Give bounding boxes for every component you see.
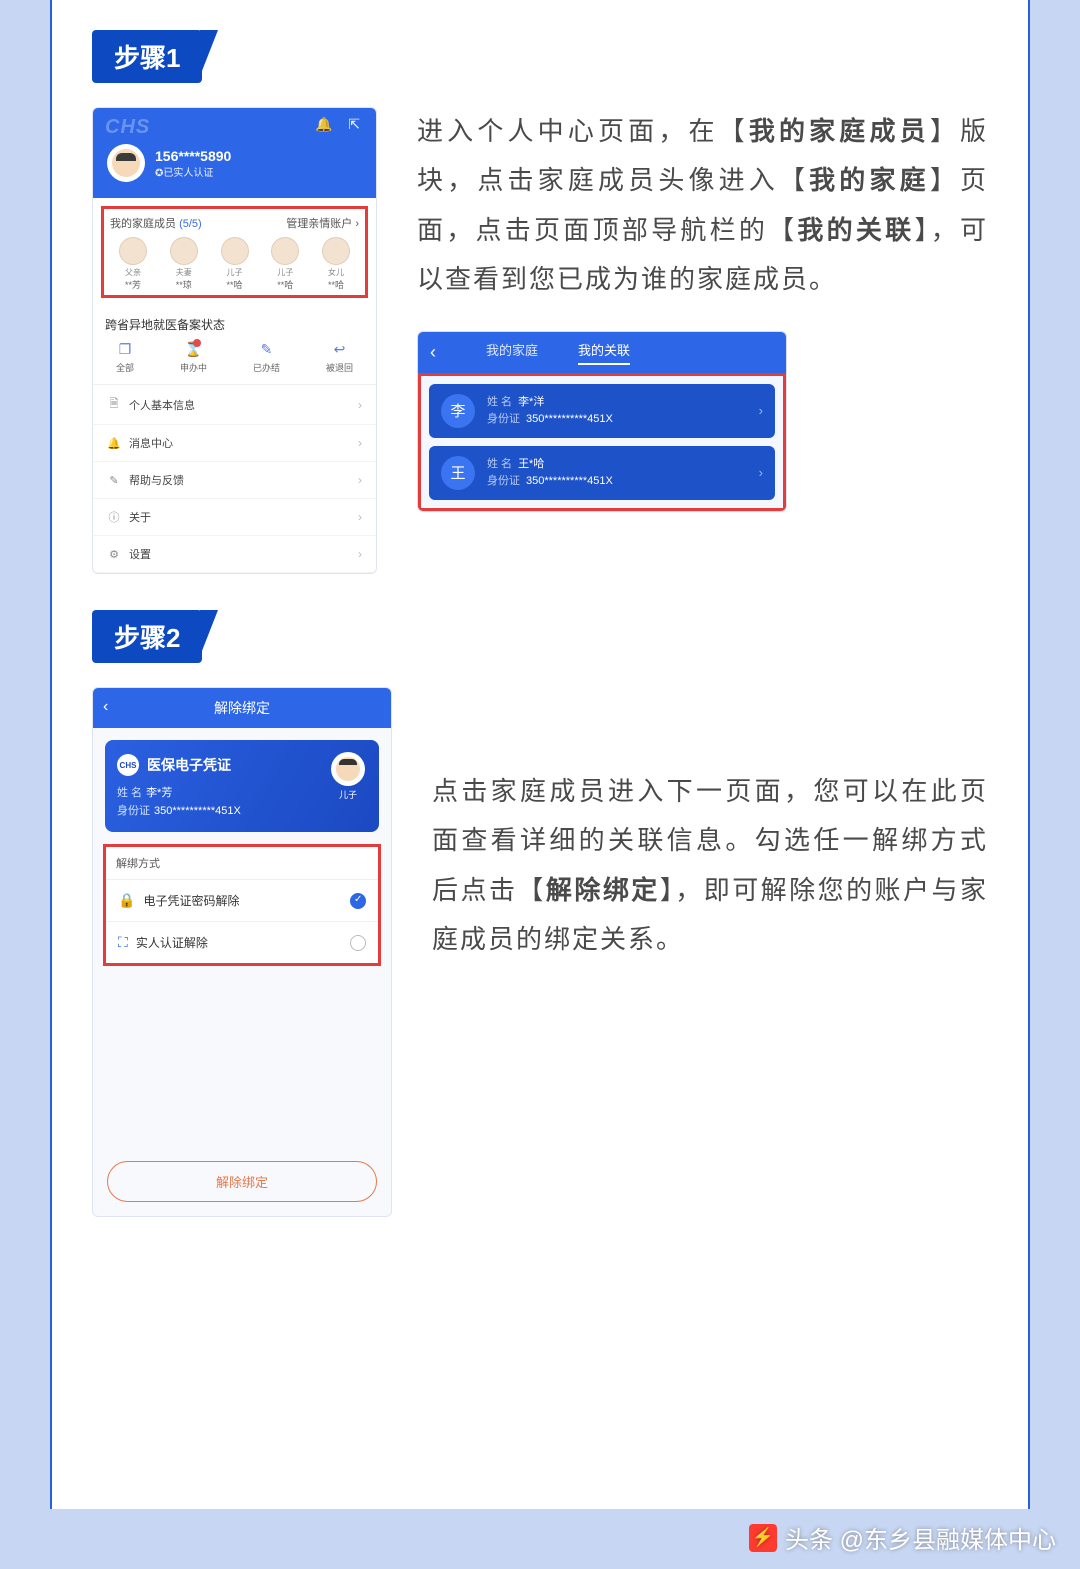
unbind-option-realname[interactable]: ⛶实人认证解除 [106,922,378,963]
menu-item[interactable]: ⓘ关于 › [93,499,376,536]
radio-checked-icon[interactable] [350,893,366,909]
step2-badge: 步骤2 [92,610,202,663]
menu-item[interactable]: 🗎个人基本信息 › [93,385,376,425]
member-avatar-icon [322,237,350,265]
menu-item[interactable]: 🔔消息中心 › [93,425,376,462]
notification-dot-icon [193,339,201,347]
family-member[interactable]: 女儿 **哈 [313,237,359,291]
menu-icon: ⚙ [107,548,121,561]
chevron-right-icon: › [358,510,362,524]
member-avatar-icon [271,237,299,265]
chevron-right-icon: › [358,436,362,450]
screenshot-personal-center: CHS 🔔 ⇱ 156****5890 ✪已实人认证 我的家庭成员 (5/5) … [92,107,377,574]
chs-logo-icon: CHS [117,754,139,776]
relation-avatar: 儿子 [331,752,365,801]
step1-badge: 步骤1 [92,30,202,83]
back-icon[interactable]: ‹ [430,342,436,363]
scan-icon: ⛶ [118,934,128,951]
unbind-button[interactable]: 解除绑定 [107,1161,377,1202]
status-全部[interactable]: ❐ 全部 [116,341,134,374]
insurance-card: CHS 医保电子凭证 姓 名李*芳 身份证350**********451X 儿… [105,740,379,832]
step2-description: 点击家庭成员进入下一页面，您可以在此页面查看详细的关联信息。勾选任一解绑方式后点… [432,767,988,965]
family-member[interactable]: 父亲 **芳 [110,237,156,291]
chevron-right-icon: › [358,547,362,561]
status-被退回[interactable]: ↩ 被退回 [326,341,353,374]
menu-icon: 🗎 [107,395,121,414]
status-icon: ❐ [119,341,132,358]
page-title: 解除绑定 [214,700,270,716]
manage-family-link[interactable]: 管理亲情账户 › [286,215,359,231]
profile-block[interactable]: 156****5890 ✪已实人认证 [107,144,231,182]
avatar-icon [107,144,145,182]
lock-icon: 🔒 [118,892,135,909]
radio-unchecked-icon[interactable] [350,935,366,951]
tab-my-family[interactable]: 我的家庭 [486,340,538,365]
menu-icon: 🔔 [107,437,121,450]
chevron-right-icon: › [759,465,763,480]
family-member[interactable]: 儿子 **哈 [212,237,258,291]
family-title: 我的家庭成员 [110,218,176,230]
chevron-right-icon: › [358,473,362,487]
family-member[interactable]: 儿子 **哈 [262,237,308,291]
relation-item[interactable]: 李 姓 名李*洋 身份证350**********451X › [429,384,775,438]
status-已办结[interactable]: ✎ 已办结 [253,341,280,374]
relation-avatar-icon: 李 [441,394,475,428]
family-members-panel: 我的家庭成员 (5/5) 管理亲情账户 › 父亲 **芳 夫妻 **琼 儿子 *… [101,206,368,298]
app-logo: CHS [105,116,150,139]
screenshot-my-relations: ‹ 我的家庭 我的关联 李 姓 名李*洋 身份证350**********451… [417,331,787,512]
menu-item[interactable]: ⚙设置 › [93,536,376,573]
chevron-right-icon: › [358,398,362,412]
menu-icon: ⓘ [107,509,121,525]
profile-phone: 156****5890 [155,148,231,164]
member-avatar-icon [119,237,147,265]
chevron-right-icon: › [759,403,763,418]
screenshot-unbind: ‹ 解除绑定 CHS 医保电子凭证 姓 名李*芳 身份证350*********… [92,687,392,1217]
header-icons: 🔔 ⇱ [315,116,366,133]
menu-item[interactable]: ✎帮助与反馈 › [93,462,376,499]
status-icon: ✎ [261,341,273,358]
family-member[interactable]: 夫妻 **琼 [161,237,207,291]
member-avatar-icon [170,237,198,265]
status-icon: ↩ [334,341,346,358]
filing-status-title: 跨省异地就医备案状态 [93,306,376,337]
unbind-option-password[interactable]: 🔒电子凭证密码解除 [106,880,378,922]
back-icon[interactable]: ‹ [103,698,108,716]
status-申办中[interactable]: ⌛ 申办中 [180,341,207,374]
relation-avatar-icon: 王 [441,456,475,490]
card-title: 医保电子凭证 [147,755,231,775]
unbind-section-title: 解绑方式 [106,847,378,880]
tab-my-relations[interactable]: 我的关联 [578,340,630,365]
step1-description: 进入个人中心页面，在【我的家庭成员】版块，点击家庭成员头像进入【我的家庭】页面，… [417,107,988,305]
toutiao-icon: ⚡ [749,1524,777,1552]
menu-icon: ✎ [107,474,121,487]
card-name: 李*芳 [146,787,172,799]
card-id: 350**********451X [154,805,241,817]
family-count: (5/5) [179,218,202,230]
verified-badge: ✪已实人认证 [155,164,231,179]
relation-item[interactable]: 王 姓 名王*哈 身份证350**********451X › [429,446,775,500]
watermark: ⚡ 头条 @东乡县融媒体中心 [749,1520,1056,1555]
member-avatar-icon [221,237,249,265]
